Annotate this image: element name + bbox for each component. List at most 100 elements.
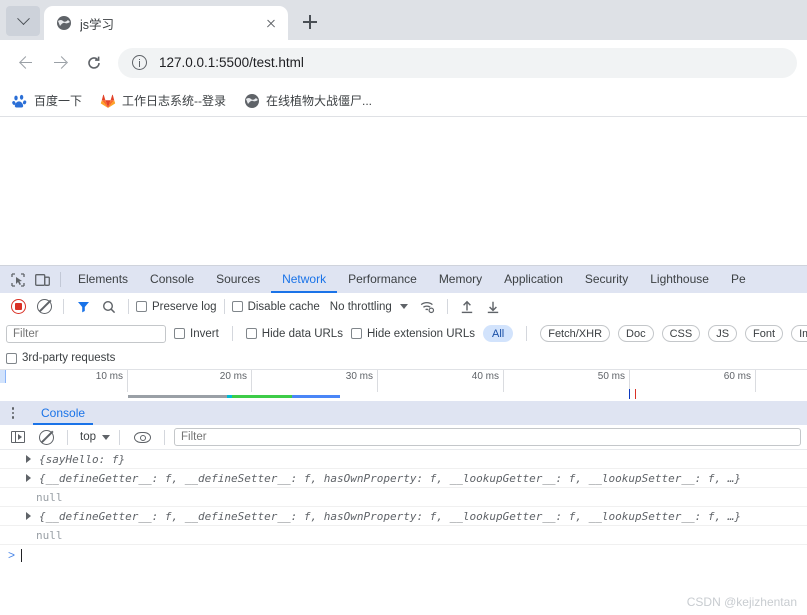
throttling-dropdown[interactable]: No throttling [330,301,408,313]
timeline-tick: 40 ms [378,370,504,392]
drawer-tab-console[interactable]: Console [33,401,93,425]
browser-toolbar: 127.0.0.1:5500/test.html [0,40,807,85]
bookmarks-bar: 百度一下 工作日志系统--登录 在线植物大战僵尸... [0,85,807,117]
preserve-log-checkbox[interactable]: Preserve log [136,301,217,313]
tab-console[interactable]: Console [139,266,205,293]
tab-strip: js学习 [0,0,807,40]
timeline-tick: 10 ms [0,370,128,392]
checkbox-box [231,301,243,312]
back-arrow-icon[interactable] [10,47,42,79]
disable-cache-checkbox[interactable]: Disable cache [231,300,320,313]
tab-memory[interactable]: Memory [428,266,493,293]
tab-network[interactable]: Network [271,266,337,293]
chevron-down-icon [16,11,30,25]
forward-arrow-icon[interactable] [44,47,76,79]
tab-sources[interactable]: Sources [205,266,271,293]
throttling-value: No throttling [329,300,392,313]
inspect-element-icon[interactable] [6,269,30,291]
clear-icon[interactable] [32,296,56,318]
chevron-down-icon [102,434,110,440]
load-event-marker [635,389,636,399]
timeline-tick: 20 ms [128,370,252,392]
divider [526,326,528,341]
tab-performance[interactable]: Performance [337,266,428,293]
execution-context-dropdown[interactable]: top [77,431,110,443]
console-log-entry[interactable]: null [0,488,807,507]
expand-arrow-icon[interactable] [26,455,31,463]
new-tab-icon[interactable] [296,8,324,36]
expand-arrow-icon[interactable] [26,512,31,520]
divider [63,299,64,314]
bookmark-pvz[interactable]: 在线植物大战僵尸... [244,92,372,109]
hide-data-urls-checkbox[interactable]: Hide data URLs [245,328,343,340]
console-log-entry[interactable]: {__defineGetter__: f, __defineSetter__: … [0,507,807,526]
type-filter-doc[interactable]: Doc [618,325,654,342]
type-filter-img[interactable]: Img [791,325,807,342]
close-icon[interactable] [262,14,280,32]
browser-tab[interactable]: js学习 [44,6,288,40]
console-log-entry[interactable]: null [0,526,807,545]
tab-performance-insights[interactable]: Pe [720,266,757,293]
tab-lighthouse[interactable]: Lighthouse [639,266,720,293]
record-button-icon[interactable] [6,296,30,318]
console-sidebar-icon[interactable] [6,426,30,448]
invert-checkbox[interactable]: Invert [174,328,219,340]
type-filter-fetch-xhr[interactable]: Fetch/XHR [540,325,611,342]
devtools-panel: Elements Console Sources Network Perform… [0,265,807,615]
type-filter-font[interactable]: Font [745,325,784,342]
text-cursor [21,548,23,562]
devtools-tabbar: Elements Console Sources Network Perform… [0,266,807,293]
tab-security[interactable]: Security [574,266,639,293]
type-filter-all[interactable]: All [482,325,514,342]
watermark: CSDN @kejizhentan [686,595,797,609]
network-filter-input[interactable] [6,324,166,343]
network-timeline[interactable]: 10 ms 20 ms 30 ms 40 ms 50 ms 60 ms [0,369,807,401]
clear-console-icon[interactable] [34,426,58,448]
live-expression-icon[interactable] [129,426,155,448]
divider [119,429,120,445]
checkbox-box [6,352,17,364]
waterfall-segment-download [232,395,292,398]
console-output[interactable]: {sayHello: f} {__defineGetter__: f, __de… [0,450,807,615]
checkbox-label: Disable cache [247,300,320,313]
dom-content-loaded-marker [629,389,630,399]
expand-arrow-icon[interactable] [26,474,31,482]
divider [164,429,165,445]
divider [67,429,68,445]
type-filter-js[interactable]: JS [708,325,738,342]
reload-icon[interactable] [78,47,110,79]
bookmark-worklog[interactable]: 工作日志系统--登录 [100,92,226,109]
page-viewport [0,117,807,265]
export-har-icon[interactable] [481,296,505,318]
checkbox-box [174,328,185,339]
console-log-entry[interactable]: {sayHello: f} [0,450,807,469]
console-filter-input[interactable] [174,428,801,446]
waterfall-segment-stalled [128,395,227,398]
baidu-paw-icon [12,94,27,108]
network-filter-row: Invert Hide data URLs Hide extension URL… [0,320,807,347]
tab-elements[interactable]: Elements [67,266,139,293]
type-filter-css[interactable]: CSS [661,325,701,342]
info-circle-icon[interactable] [132,55,147,70]
checkbox-box [136,301,147,312]
address-bar[interactable]: 127.0.0.1:5500/test.html [118,47,797,78]
search-icon[interactable] [97,296,121,318]
bookmark-baidu[interactable]: 百度一下 [12,92,82,109]
checkbox-label: Invert [190,327,219,340]
filter-funnel-icon[interactable] [71,296,95,318]
gitlab-fox-icon [100,94,116,108]
device-toolbar-icon[interactable] [30,269,54,291]
hide-extension-urls-checkbox[interactable]: Hide extension URLs [350,328,475,340]
tab-application[interactable]: Application [493,266,574,293]
network-toolbar: Preserve log Disable cache No throttling [0,293,807,320]
bookmark-label: 工作日志系统--登录 [122,94,227,108]
kebab-menu-icon[interactable] [5,407,21,419]
console-log-entry[interactable]: {__defineGetter__: f, __defineSetter__: … [0,469,807,488]
third-party-row: 3rd-party requests [0,347,807,369]
console-prompt[interactable]: > [0,545,807,565]
import-har-icon[interactable] [455,296,479,318]
network-conditions-icon[interactable] [416,296,440,318]
tab-list-icon[interactable] [6,6,40,36]
divider [231,326,233,341]
third-party-requests-checkbox[interactable]: 3rd-party requests [6,352,115,364]
